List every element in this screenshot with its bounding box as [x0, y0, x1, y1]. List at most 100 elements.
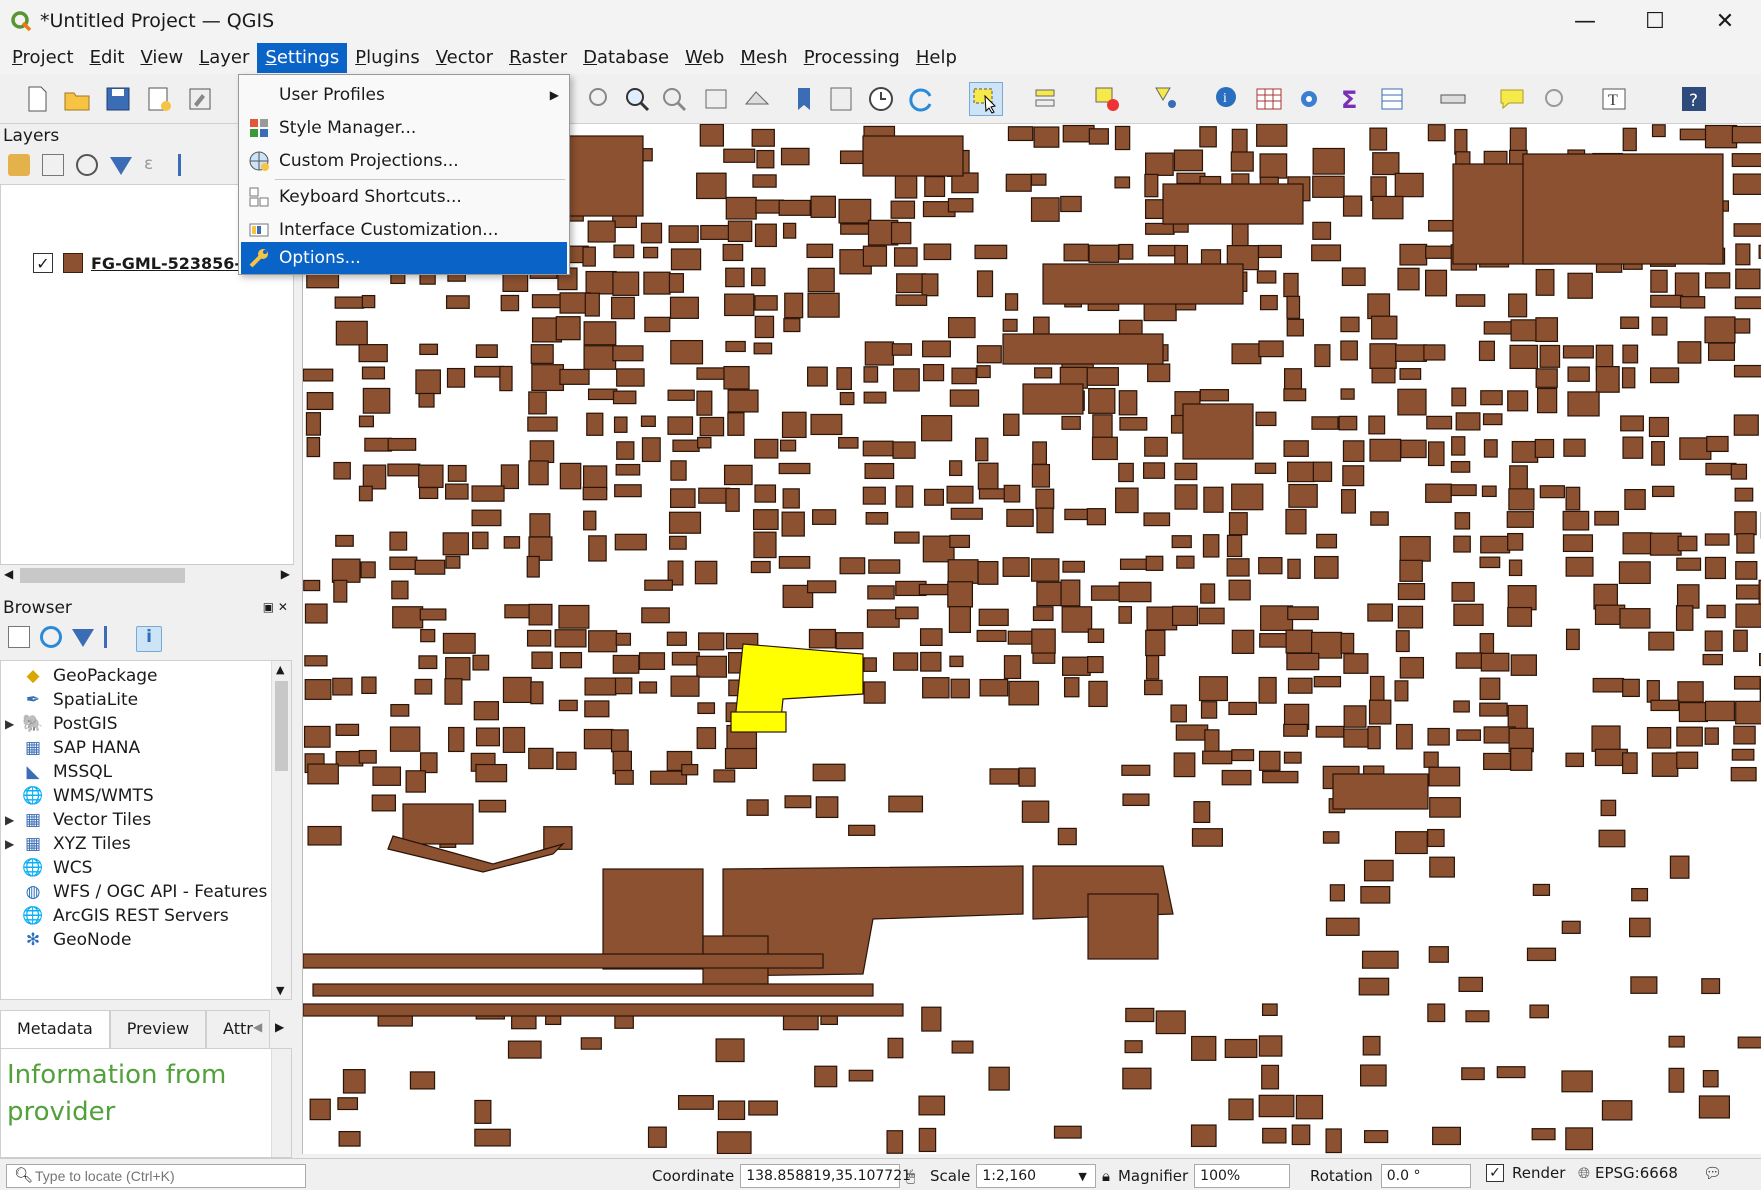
- expand-all-icon[interactable]: [178, 154, 200, 176]
- filter-browser-icon[interactable]: [72, 629, 94, 647]
- attribute-table-icon[interactable]: [1252, 82, 1286, 116]
- maximize-button[interactable]: ☐: [1620, 0, 1690, 42]
- lock-scale-icon[interactable]: 🔒︎: [1102, 1167, 1110, 1185]
- scroll-thumb[interactable]: [20, 568, 185, 583]
- show-bookmarks-icon[interactable]: [824, 82, 858, 116]
- tab-metadata[interactable]: Metadata: [0, 1010, 110, 1048]
- menu-project[interactable]: Project: [4, 43, 82, 73]
- scroll-up-icon[interactable]: ▲: [276, 663, 284, 676]
- crs-button[interactable]: 🌐︎ EPSG:6668: [1578, 1164, 1678, 1182]
- menu-help[interactable]: Help: [908, 43, 965, 73]
- save-project-icon[interactable]: [101, 82, 135, 116]
- refresh-browser-icon[interactable]: [40, 626, 62, 648]
- browser-item-wcs[interactable]: 🌐 WCS: [21, 855, 92, 881]
- postgis-expander-icon[interactable]: ▶: [5, 717, 14, 731]
- locate-icon[interactable]: [1538, 82, 1572, 116]
- messages-icon[interactable]: 💬︎: [1703, 1164, 1722, 1182]
- open-project-icon[interactable]: [60, 82, 94, 116]
- new-print-layout-icon[interactable]: [142, 82, 176, 116]
- tab-preview[interactable]: Preview: [109, 1010, 207, 1048]
- scroll-left-icon[interactable]: ◀: [4, 567, 13, 581]
- temporal-controller-icon[interactable]: [864, 82, 898, 116]
- map-canvas[interactable]: [302, 124, 1761, 1154]
- layers-horizontal-scrollbar[interactable]: ◀ ▶: [0, 564, 294, 586]
- menu-plugins[interactable]: Plugins: [347, 43, 427, 73]
- select-by-value-icon[interactable]: [1030, 82, 1064, 116]
- menu-item-keyboard-shortcuts[interactable]: Keyboard Shortcuts...: [241, 181, 567, 213]
- menu-view[interactable]: View: [132, 43, 191, 73]
- browser-item-geopackage[interactable]: ◆ GeoPackage: [21, 663, 157, 689]
- browser-vertical-scrollbar[interactable]: ▲ ▼: [271, 661, 291, 999]
- browser-item-geonode[interactable]: ✻ GeoNode: [21, 927, 132, 953]
- identify-features-icon[interactable]: i: [1211, 82, 1245, 116]
- open-field-calculator-icon[interactable]: [1376, 82, 1410, 116]
- collapse-all-icon[interactable]: [104, 626, 126, 648]
- browser-item-arcgis[interactable]: 🌐 ArcGIS REST Servers: [21, 903, 228, 929]
- tab-scroll-left-icon[interactable]: ◀: [253, 1020, 262, 1034]
- zoom-native-icon[interactable]: [583, 82, 617, 116]
- properties-info-icon[interactable]: i: [136, 626, 162, 652]
- select-by-location-icon[interactable]: [1150, 82, 1184, 116]
- scroll-down-icon[interactable]: ▼: [276, 984, 284, 997]
- map-tips-icon[interactable]: [1495, 82, 1529, 116]
- layer-item[interactable]: ✓ FG-GML-523856-B: [33, 253, 253, 273]
- browser-item-mssql[interactable]: ◣ MSSQL: [21, 759, 112, 785]
- browser-item-sap-hana[interactable]: ▦ SAP HANA: [21, 735, 140, 761]
- statistics-sigma-icon[interactable]: Σ: [1333, 82, 1367, 116]
- measure-line-icon[interactable]: [1436, 82, 1470, 116]
- toggle-extents-mouse-icon[interactable]: 🖱: [906, 1167, 915, 1185]
- add-group-icon[interactable]: [42, 154, 64, 176]
- rotation-spinbox[interactable]: 0.0 °: [1380, 1164, 1471, 1188]
- manage-visibility-eye-icon[interactable]: [76, 154, 98, 176]
- menu-mesh[interactable]: Mesh: [732, 43, 795, 73]
- menu-edit[interactable]: Edit: [82, 43, 133, 73]
- metadata-scrollbar[interactable]: [271, 1049, 291, 1157]
- menu-raster[interactable]: Raster: [501, 43, 575, 73]
- scale-dropdown-arrow-icon[interactable]: ▼: [1078, 1170, 1086, 1183]
- open-layer-styling-icon[interactable]: [8, 154, 30, 176]
- layer-name[interactable]: FG-GML-523856-B: [91, 254, 253, 273]
- browser-item-xyz-tiles[interactable]: ▦ XYZ Tiles: [21, 831, 131, 857]
- new-map-view-icon[interactable]: [700, 82, 734, 116]
- filter-expression-icon[interactable]: ε: [144, 154, 166, 176]
- close-button[interactable]: ✕: [1690, 0, 1760, 42]
- select-features-icon[interactable]: [969, 82, 1003, 116]
- new-project-icon[interactable]: [20, 82, 54, 116]
- browser-item-spatialite[interactable]: ✒ SpatiaLite: [21, 687, 138, 713]
- menu-web[interactable]: Web: [677, 43, 732, 73]
- locator-bar[interactable]: 🔍︎: [6, 1164, 306, 1188]
- toolbox-gear-icon[interactable]: [1292, 82, 1326, 116]
- panel-float-close-icon[interactable]: ▣ ✕: [263, 600, 288, 614]
- menu-settings[interactable]: Settings: [257, 43, 348, 73]
- style-manager-toolbar-icon[interactable]: [183, 82, 217, 116]
- scroll-right-icon[interactable]: ▶: [281, 567, 290, 581]
- new-3d-view-icon[interactable]: [740, 82, 774, 116]
- menu-item-options[interactable]: Options...: [241, 242, 567, 274]
- menu-processing[interactable]: Processing: [796, 43, 908, 73]
- menu-item-style-manager[interactable]: Style Manager...: [241, 112, 567, 144]
- filter-legend-icon[interactable]: [110, 157, 132, 175]
- help-icon[interactable]: ?: [1677, 82, 1711, 116]
- vector-tiles-expander-icon[interactable]: ▶: [5, 813, 14, 827]
- zoom-in-icon[interactable]: [620, 82, 654, 116]
- browser-item-postgis[interactable]: 🐘 PostGIS: [21, 711, 117, 737]
- locator-search-input[interactable]: [6, 1164, 306, 1188]
- text-annotation-icon[interactable]: T: [1597, 82, 1631, 116]
- menu-layer[interactable]: Layer: [191, 43, 257, 73]
- render-checkbox[interactable]: ✓: [1486, 1164, 1504, 1182]
- xyz-tiles-expander-icon[interactable]: ▶: [5, 837, 14, 851]
- menu-database[interactable]: Database: [575, 43, 677, 73]
- refresh-icon[interactable]: [904, 82, 938, 116]
- new-bookmark-icon[interactable]: [787, 82, 821, 116]
- menu-vector[interactable]: Vector: [428, 43, 501, 73]
- scroll-thumb[interactable]: [275, 681, 288, 771]
- menu-item-user-profiles[interactable]: User Profiles ▶: [241, 79, 567, 111]
- browser-item-wfs[interactable]: ◍ WFS / OGC API - Features: [21, 879, 268, 905]
- zoom-out-icon[interactable]: [657, 82, 691, 116]
- browser-item-wms[interactable]: 🌐 WMS/WMTS: [21, 783, 153, 809]
- magnifier-spinbox[interactable]: 100%: [1194, 1164, 1291, 1188]
- tab-scroll-right-icon[interactable]: ▶: [275, 1020, 284, 1034]
- deselect-features-icon[interactable]: [1090, 82, 1124, 116]
- coordinate-input[interactable]: 138.858819,35.107721: [740, 1164, 911, 1188]
- browser-item-vector-tiles[interactable]: ▦ Vector Tiles: [21, 807, 151, 833]
